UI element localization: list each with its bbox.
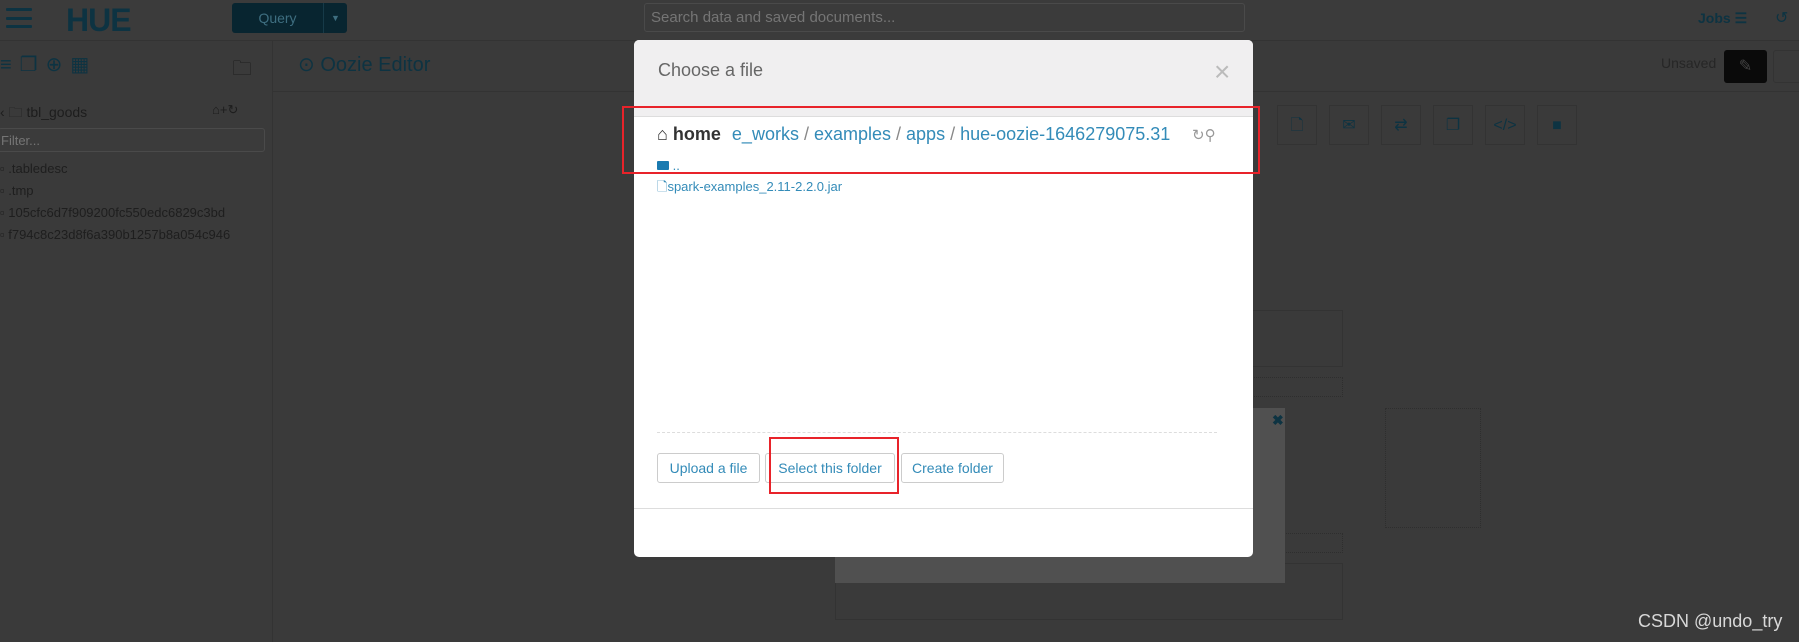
file-icon[interactable]: 🗋	[1277, 105, 1317, 145]
caret-down-icon[interactable]: ▼	[323, 3, 347, 33]
sidebar-home-add-refresh-icons[interactable]: ⌂+↻	[212, 102, 238, 118]
global-search-input[interactable]	[644, 3, 1245, 32]
sidebar-item[interactable]: ▫ .tmp	[0, 183, 34, 198]
search-zoom-icon[interactable]: ⊕	[46, 54, 71, 76]
sidebar-item[interactable]: ▫ 105cfc6d7f909200fc550edc6829c3bd	[0, 205, 225, 220]
dialog-footer-divider	[634, 508, 1253, 509]
query-button[interactable]: Query ▼	[232, 3, 347, 33]
sidebar-path-label: tbl_goods	[26, 104, 88, 120]
sidebar-item-label: .tmp	[8, 183, 34, 198]
create-folder-button[interactable]: Create folder	[901, 453, 1004, 483]
save-status: Unsaved	[1661, 55, 1717, 71]
hamburger-menu-icon[interactable]	[6, 8, 32, 28]
copy-icon[interactable]: ❐	[1433, 105, 1473, 145]
file-list-item[interactable]: 🗋spark-examples_2.11-2.2.0.jar	[657, 178, 842, 200]
close-icon[interactable]: ×	[1214, 56, 1230, 88]
dialog-title: Choose a file	[658, 60, 764, 80]
jobs-list-icon: ☰	[1734, 10, 1748, 26]
history-icon[interactable]: ↺	[1775, 8, 1788, 28]
envelope-icon[interactable]: ✉	[1329, 105, 1369, 145]
divider	[657, 432, 1217, 433]
hue-logo[interactable]: HUE	[66, 2, 132, 39]
query-label: Query	[258, 10, 297, 26]
apps-grid-icon[interactable]: ▦	[70, 54, 97, 76]
edit-pencil-button[interactable]: ✎	[1724, 50, 1767, 83]
stop-icon[interactable]: ■	[1537, 105, 1577, 145]
upload-file-button[interactable]: Upload a file	[657, 453, 760, 483]
file-name: spark-examples_2.11-2.2.0.jar	[667, 179, 843, 194]
sidebar-item[interactable]: ▫ .tabledesc	[0, 161, 68, 176]
oozie-icon: ⊙	[298, 54, 315, 76]
sidebar-item[interactable]: ▫ f794c8c23d8f6a390b1257b8a054c946	[0, 227, 230, 242]
page-title: ⊙ Oozie Editor	[298, 52, 430, 77]
exchange-icon[interactable]: ⇄	[1381, 105, 1421, 145]
documents-icon[interactable]: ❐	[20, 54, 46, 76]
panel-close-icon[interactable]: ✖	[1272, 412, 1284, 429]
code-icon[interactable]: </>	[1485, 105, 1525, 145]
file-icon: 🗋	[657, 179, 668, 194]
annotation-box-select-folder	[769, 437, 899, 494]
save-button[interactable]	[1773, 50, 1799, 83]
folder-open-icon[interactable]: 🗀	[232, 54, 252, 88]
database-icon[interactable]: ≡	[0, 54, 20, 76]
sidebar-path[interactable]: ‹ 🗀 tbl_goods	[0, 102, 87, 126]
drop-zone	[1385, 408, 1481, 528]
page-title-text: Oozie Editor	[320, 54, 431, 76]
sidebar-item-label: .tabledesc	[8, 161, 68, 176]
annotation-box-breadcrumb	[622, 106, 1260, 174]
sidebar-item-label: f794c8c23d8f6a390b1257b8a054c946	[8, 227, 231, 242]
sidebar-item-label: 105cfc6d7f909200fc550edc6829c3bd	[8, 205, 226, 220]
watermark: CSDN @undo_try	[1638, 611, 1783, 631]
jobs-button[interactable]: Jobs ☰	[1698, 10, 1747, 27]
jobs-label: Jobs	[1698, 10, 1731, 26]
sidebar-filter-input[interactable]	[0, 128, 265, 152]
sidebar-assist-icons: ≡❐⊕▦	[0, 52, 97, 77]
